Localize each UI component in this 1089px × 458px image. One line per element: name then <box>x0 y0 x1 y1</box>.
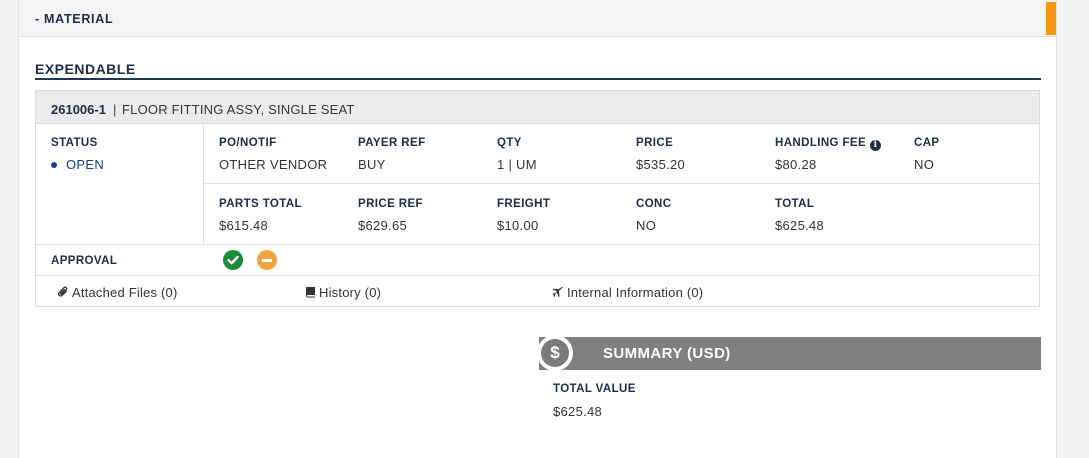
part-description: FLOOR FITTING ASSY, SINGLE SEAT <box>122 102 355 117</box>
price-ref-label: PRICE REF <box>358 198 423 210</box>
section-divider <box>35 78 1041 80</box>
conc-value: NO <box>636 218 657 233</box>
history-link[interactable]: History (0) <box>305 285 381 300</box>
qty-value: 1 | UM <box>497 157 537 172</box>
material-panel-title[interactable]: - MATERIAL <box>35 12 113 26</box>
history-label: History (0) <box>319 285 382 300</box>
paperclip-icon <box>57 286 68 297</box>
qty-label: QTY <box>497 137 522 149</box>
total-value: $625.48 <box>775 218 825 233</box>
status-label: STATUS <box>51 137 98 149</box>
payer-ref-label: PAYER REF <box>358 137 426 149</box>
po-notif-label: PO/NOTIF <box>219 137 277 149</box>
dollar-icon: $ <box>541 339 569 367</box>
cap-value: NO <box>914 157 935 172</box>
section-title-expendable: EXPENDABLE <box>35 61 136 77</box>
status-dot-icon <box>51 162 57 168</box>
approval-bottom-divider <box>36 275 1039 276</box>
summary-bar: SUMMARY (USD) <box>539 337 1041 370</box>
material-panel: - MATERIAL EXPENDABLE 261006-1 | FLOOR F… <box>18 0 1057 458</box>
cap-label: CAP <box>914 137 940 149</box>
internal-information-link[interactable]: Internal Information (0) <box>552 285 703 300</box>
payer-ref-value: BUY <box>358 157 386 172</box>
summary-total-value: $625.48 <box>553 404 603 419</box>
total-label: TOTAL <box>775 198 815 210</box>
parts-total-value: $615.48 <box>219 218 269 233</box>
approval-label: APPROVAL <box>51 255 118 267</box>
po-notif-value: OTHER VENDOR <box>219 157 328 172</box>
price-label: PRICE <box>636 137 674 149</box>
part-number: 261006-1 <box>51 102 106 117</box>
book-icon <box>306 287 315 298</box>
info-icon[interactable]: i <box>870 140 882 151</box>
total-value-label: TOTAL VALUE <box>553 383 636 395</box>
price-ref-value: $629.65 <box>358 218 408 233</box>
attached-files-link[interactable]: Attached Files (0) <box>57 285 178 300</box>
handling-fee-label: HANDLING FEE <box>775 137 867 149</box>
details-bottom-divider <box>36 244 1039 245</box>
handling-fee-label-wrap: HANDLING FEE i <box>775 137 882 151</box>
check-circle-icon[interactable] <box>223 250 243 270</box>
header-separator: | <box>113 102 117 117</box>
internal-information-label: Internal Information (0) <box>567 285 704 300</box>
summary-title: SUMMARY (USD) <box>603 345 731 362</box>
row-divider <box>203 183 1039 184</box>
panel-accent-bar <box>1046 2 1056 35</box>
price-value: $535.20 <box>636 157 686 172</box>
conc-label: CONC <box>636 198 672 210</box>
item-header: 261006-1 | FLOOR FITTING ASSY, SINGLE SE… <box>36 91 1039 124</box>
status-value: OPEN <box>66 157 105 172</box>
material-panel-header[interactable]: - MATERIAL <box>19 0 1056 37</box>
freight-label: FREIGHT <box>497 198 551 210</box>
freight-value: $10.00 <box>497 218 539 233</box>
material-item-card: 261006-1 | FLOOR FITTING ASSY, SINGLE SE… <box>35 90 1040 307</box>
attached-files-label: Attached Files (0) <box>72 285 178 300</box>
parts-total-label: PARTS TOTAL <box>219 198 302 210</box>
handling-fee-value: $80.28 <box>775 157 817 172</box>
plane-icon <box>552 286 563 297</box>
minus-circle-icon[interactable] <box>257 250 277 270</box>
